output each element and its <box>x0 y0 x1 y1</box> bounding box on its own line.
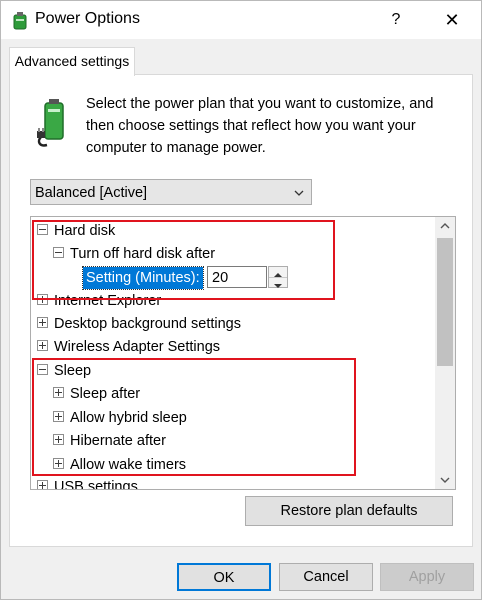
apply-button[interactable]: Apply <box>380 563 474 591</box>
expand-icon[interactable] <box>37 316 48 328</box>
help-button[interactable]: ? <box>373 3 419 37</box>
power-options-window: Power Options ? ✕ Advanced settings Sele… <box>0 0 482 600</box>
scroll-down-button[interactable] <box>435 471 455 489</box>
close-button[interactable]: ✕ <box>427 3 477 37</box>
expand-icon[interactable] <box>37 479 48 489</box>
chevron-down-icon <box>440 477 450 483</box>
tree-item-label: Wireless Adapter Settings <box>54 339 221 355</box>
scroll-up-button[interactable] <box>435 217 455 235</box>
tree-item-label: USB settings <box>54 479 138 490</box>
tree-item-desktop-background[interactable]: Desktop background settings <box>37 313 241 335</box>
advanced-settings-panel: Select the power plan that you want to c… <box>9 74 473 547</box>
power-options-icon <box>13 12 27 30</box>
tree-item-usb-settings[interactable]: USB settings <box>37 476 138 490</box>
power-plan-dropdown[interactable]: Balanced [Active] <box>30 179 312 205</box>
annotation-box-sleep <box>32 358 356 476</box>
tree-item-label: Desktop background settings <box>54 316 241 332</box>
title-bar: Power Options ? ✕ <box>1 1 481 39</box>
power-plan-dropdown-value: Balanced [Active] <box>35 185 148 201</box>
expand-icon[interactable] <box>37 339 48 351</box>
scroll-thumb[interactable] <box>437 238 453 366</box>
annotation-box-hard-disk <box>32 220 335 300</box>
window-title: Power Options <box>35 10 140 27</box>
plan-description: Select the power plan that you want to c… <box>86 96 434 156</box>
battery-plug-icon <box>37 99 64 147</box>
restore-plan-defaults-button[interactable]: Restore plan defaults <box>245 496 453 526</box>
cancel-button[interactable]: Cancel <box>279 563 373 591</box>
tab-advanced-settings[interactable]: Advanced settings <box>9 47 135 76</box>
ok-button[interactable]: OK <box>177 563 271 591</box>
chevron-down-icon <box>294 190 304 196</box>
chevron-up-icon <box>440 223 450 229</box>
tree-scrollbar[interactable] <box>435 217 455 489</box>
tree-item-wireless-adapter[interactable]: Wireless Adapter Settings <box>37 336 220 358</box>
